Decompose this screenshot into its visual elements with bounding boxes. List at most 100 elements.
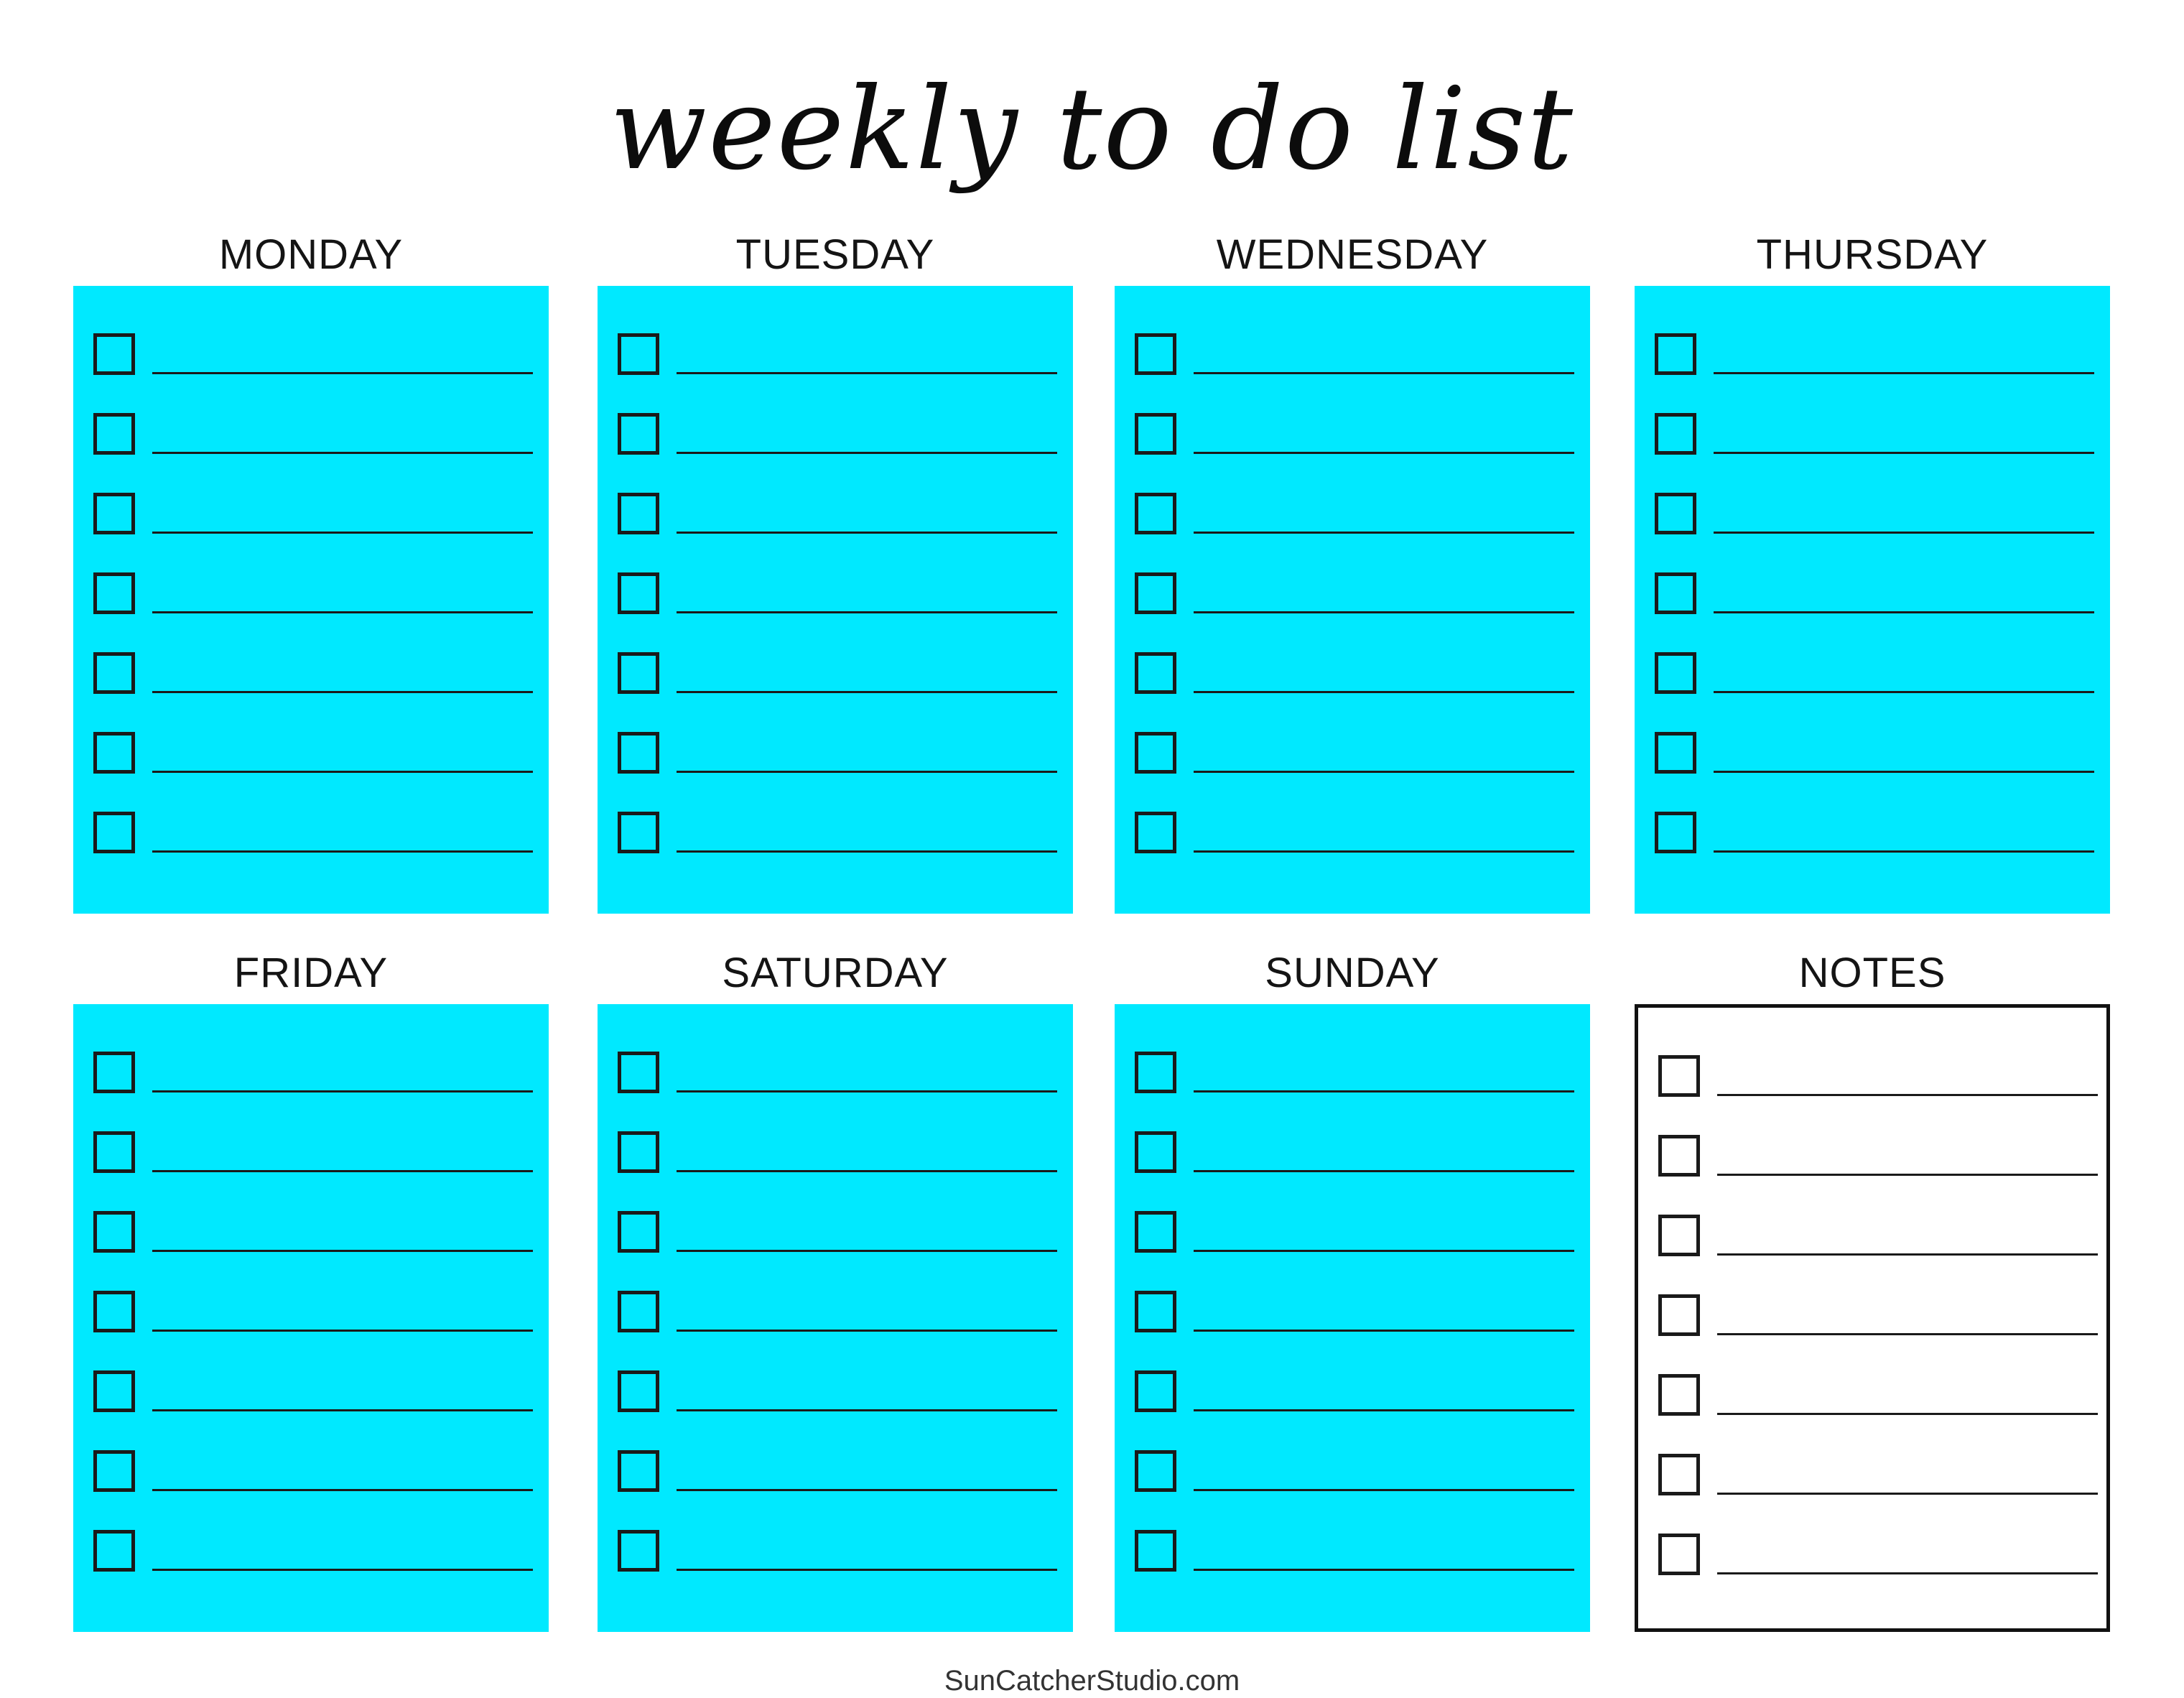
checkbox[interactable] (618, 1211, 659, 1253)
write-in-line[interactable] (152, 1409, 533, 1411)
write-in-line[interactable] (1717, 1094, 2098, 1096)
write-in-line[interactable] (677, 1489, 1057, 1491)
write-in-line[interactable] (677, 532, 1057, 534)
checkbox[interactable] (618, 1052, 659, 1093)
checkbox[interactable] (1135, 413, 1176, 455)
checkbox[interactable] (1655, 413, 1696, 455)
write-in-line[interactable] (1194, 691, 1574, 693)
write-in-line[interactable] (1717, 1333, 2098, 1335)
checkbox[interactable] (93, 1450, 135, 1492)
checkbox[interactable] (618, 1450, 659, 1492)
checkbox[interactable] (93, 1291, 135, 1332)
write-in-line[interactable] (1714, 691, 2094, 693)
write-in-line[interactable] (1717, 1253, 2098, 1256)
write-in-line[interactable] (677, 1409, 1057, 1411)
checkbox[interactable] (618, 493, 659, 534)
checkbox[interactable] (1658, 1294, 1700, 1336)
checkbox[interactable] (93, 1530, 135, 1572)
checkbox[interactable] (618, 812, 659, 853)
write-in-line[interactable] (1194, 1330, 1574, 1332)
checkbox[interactable] (618, 1291, 659, 1332)
checkbox[interactable] (1658, 1374, 1700, 1416)
checkbox[interactable] (1135, 1530, 1176, 1572)
write-in-line[interactable] (1194, 1170, 1574, 1172)
write-in-line[interactable] (152, 372, 533, 374)
write-in-line[interactable] (677, 611, 1057, 613)
checkbox[interactable] (618, 1131, 659, 1173)
write-in-line[interactable] (1714, 532, 2094, 534)
checkbox[interactable] (1658, 1215, 1700, 1256)
checkbox[interactable] (1135, 1131, 1176, 1173)
checkbox[interactable] (1658, 1055, 1700, 1097)
write-in-line[interactable] (1194, 1569, 1574, 1571)
write-in-line[interactable] (152, 771, 533, 773)
write-in-line[interactable] (1717, 1572, 2098, 1574)
checkbox[interactable] (618, 732, 659, 774)
write-in-line[interactable] (152, 691, 533, 693)
write-in-line[interactable] (1714, 850, 2094, 853)
write-in-line[interactable] (152, 611, 533, 613)
checkbox[interactable] (1135, 493, 1176, 534)
write-in-line[interactable] (1717, 1493, 2098, 1495)
checkbox[interactable] (93, 732, 135, 774)
checkbox[interactable] (1655, 732, 1696, 774)
write-in-line[interactable] (152, 1250, 533, 1252)
write-in-line[interactable] (677, 1090, 1057, 1092)
write-in-line[interactable] (1194, 1090, 1574, 1092)
write-in-line[interactable] (1194, 771, 1574, 773)
write-in-line[interactable] (152, 1489, 533, 1491)
write-in-line[interactable] (677, 691, 1057, 693)
checkbox[interactable] (1135, 333, 1176, 375)
write-in-line[interactable] (677, 1330, 1057, 1332)
checkbox[interactable] (1655, 812, 1696, 853)
write-in-line[interactable] (1714, 452, 2094, 454)
checkbox[interactable] (618, 413, 659, 455)
checkbox[interactable] (1135, 1450, 1176, 1492)
checkbox[interactable] (1135, 812, 1176, 853)
checkbox[interactable] (618, 1530, 659, 1572)
checkbox[interactable] (618, 652, 659, 694)
checkbox[interactable] (1135, 1370, 1176, 1412)
write-in-line[interactable] (677, 850, 1057, 853)
write-in-line[interactable] (677, 1569, 1057, 1571)
write-in-line[interactable] (152, 1569, 533, 1571)
checkbox[interactable] (93, 1131, 135, 1173)
write-in-line[interactable] (677, 771, 1057, 773)
checkbox[interactable] (1135, 1291, 1176, 1332)
checkbox[interactable] (1658, 1135, 1700, 1177)
write-in-line[interactable] (1194, 452, 1574, 454)
checkbox[interactable] (1655, 333, 1696, 375)
write-in-line[interactable] (152, 850, 533, 853)
write-in-line[interactable] (677, 372, 1057, 374)
checkbox[interactable] (93, 493, 135, 534)
write-in-line[interactable] (152, 452, 533, 454)
checkbox[interactable] (1135, 732, 1176, 774)
write-in-line[interactable] (677, 1250, 1057, 1252)
write-in-line[interactable] (1194, 532, 1574, 534)
checkbox[interactable] (618, 1370, 659, 1412)
write-in-line[interactable] (1194, 611, 1574, 613)
checkbox[interactable] (93, 1052, 135, 1093)
checkbox[interactable] (93, 1370, 135, 1412)
checkbox[interactable] (1658, 1534, 1700, 1575)
checkbox[interactable] (1655, 572, 1696, 614)
checkbox[interactable] (1135, 1211, 1176, 1253)
write-in-line[interactable] (152, 1330, 533, 1332)
write-in-line[interactable] (677, 1170, 1057, 1172)
write-in-line[interactable] (1717, 1413, 2098, 1415)
checkbox[interactable] (93, 812, 135, 853)
write-in-line[interactable] (1194, 850, 1574, 853)
checkbox[interactable] (93, 413, 135, 455)
write-in-line[interactable] (152, 1170, 533, 1172)
checkbox[interactable] (1135, 572, 1176, 614)
checkbox[interactable] (618, 333, 659, 375)
write-in-line[interactable] (1194, 1489, 1574, 1491)
checkbox[interactable] (1655, 493, 1696, 534)
write-in-line[interactable] (152, 1090, 533, 1092)
write-in-line[interactable] (1194, 1250, 1574, 1252)
write-in-line[interactable] (1717, 1174, 2098, 1176)
checkbox[interactable] (93, 333, 135, 375)
write-in-line[interactable] (1714, 611, 2094, 613)
checkbox[interactable] (93, 652, 135, 694)
checkbox[interactable] (1135, 1052, 1176, 1093)
